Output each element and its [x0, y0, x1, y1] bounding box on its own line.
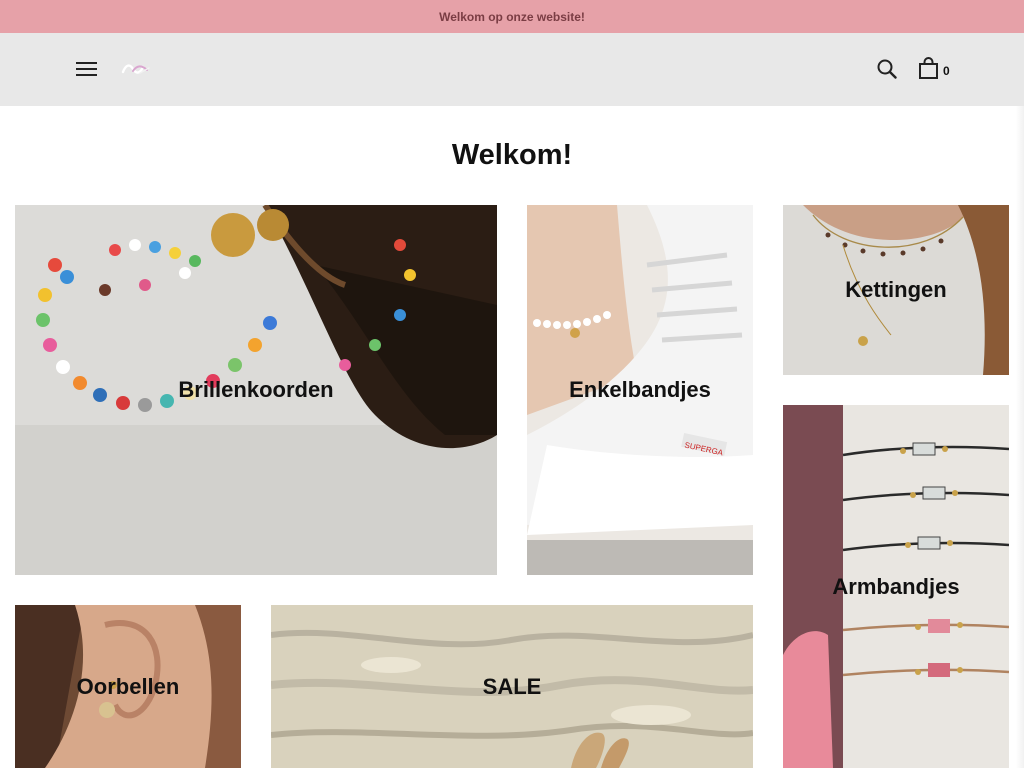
- collection-tile-sale[interactable]: SALE: [271, 605, 753, 768]
- page-scrollbar[interactable]: [1016, 106, 1024, 768]
- search-icon: [877, 59, 897, 79]
- collection-tile-enkelbandjes[interactable]: SUPERGA Enkelbandjes: [527, 205, 753, 575]
- collection-tile-brillenkoorden[interactable]: Brillenkoorden: [15, 205, 497, 575]
- brand-logo-icon: [121, 64, 150, 74]
- collection-label: Enkelbandjes: [569, 377, 711, 402]
- hamburger-menu-icon: [76, 62, 97, 64]
- menu-button[interactable]: [76, 60, 98, 78]
- collection-label: SALE: [482, 673, 542, 699]
- search-button[interactable]: [876, 58, 898, 80]
- announcement-text: Welkom op onze website!: [439, 9, 585, 24]
- collection-label: Brillenkoorden: [178, 377, 334, 402]
- collection-label: Armbandjes: [832, 573, 960, 599]
- brand-logo[interactable]: [120, 61, 152, 77]
- site-header: 0: [0, 33, 1024, 106]
- shopping-bag-icon: [919, 57, 938, 79]
- collection-tile-kettingen[interactable]: Kettingen: [783, 205, 1009, 375]
- cart-count: 0: [943, 64, 950, 78]
- hamburger-menu-icon-line: [76, 74, 97, 76]
- collection-tile-armbandjes[interactable]: Armbandjes: [783, 405, 1009, 768]
- hamburger-menu-icon-line: [76, 68, 97, 70]
- announcement-bar: Welkom op onze website!: [0, 0, 1024, 33]
- gold-charm: [211, 213, 255, 257]
- collection-label: Oorbellen: [76, 673, 180, 699]
- page-title: Welkom!: [451, 139, 573, 171]
- collection-tile-oorbellen[interactable]: Oorbellen: [15, 605, 241, 768]
- cart-button[interactable]: 0: [918, 57, 956, 83]
- collection-label: Kettingen: [845, 277, 947, 302]
